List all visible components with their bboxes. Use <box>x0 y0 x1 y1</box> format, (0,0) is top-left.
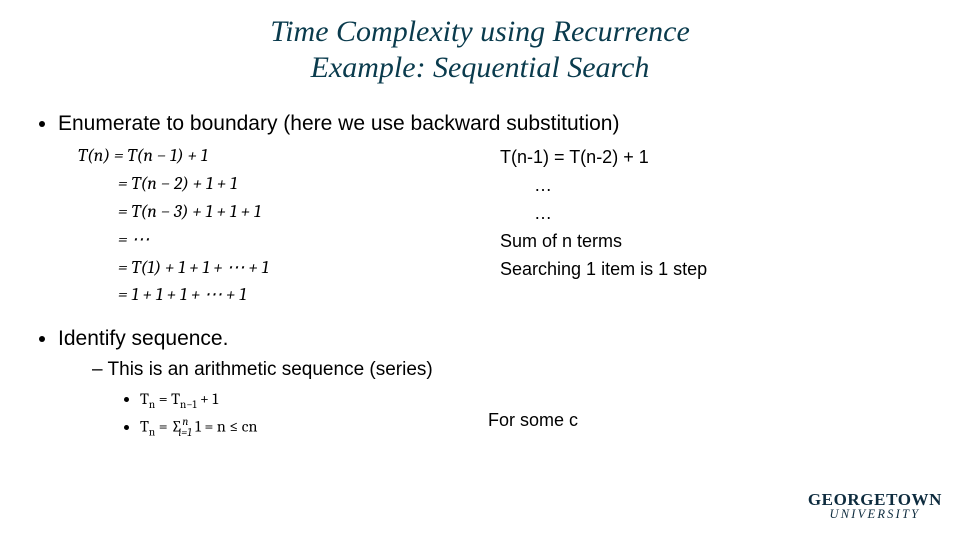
bullet-identify-text: Identify sequence. <box>58 327 228 350</box>
georgetown-logo: GEORGETOWN UNIVERSITY <box>808 490 942 522</box>
seq-f1-T: T <box>140 390 149 408</box>
for-some-c: For some c <box>488 410 578 431</box>
slide-body: Enumerate to boundary (here we use backw… <box>0 86 960 442</box>
bullet-enumerate-text: Enumerate to boundary (here we use backw… <box>58 112 619 135</box>
right-line-2: … <box>500 172 707 200</box>
title-line-1: Time Complexity using Recurrence <box>270 15 690 48</box>
bullet-enumerate: Enumerate to boundary (here we use backw… <box>58 112 924 309</box>
sub-bullet-arithmetic-text: This is an arithmetic sequence (series) <box>108 359 433 380</box>
title-line-2: Example: Sequential Search <box>311 51 650 84</box>
seq-f2-eq: = <box>155 418 171 436</box>
seq-f1-sub2: n−1 <box>180 399 197 412</box>
seq-f2-lower: i=1 <box>178 426 191 439</box>
right-line-4: Sum of n terms <box>500 228 707 256</box>
right-line-5: Searching 1 item is 1 step <box>500 256 707 284</box>
seq-f2-body: 1 = n ≤ cn <box>192 418 258 436</box>
seq-f1-post: + 1 <box>197 390 219 408</box>
right-line-3: … <box>500 200 707 228</box>
right-annotations: T(n-1) = T(n-2) + 1 … … Sum of n terms S… <box>500 144 707 283</box>
slide-title: Time Complexity using Recurrence Example… <box>0 14 960 86</box>
seq-f2-T: T <box>140 418 149 436</box>
seq-f1-eq: = T <box>155 390 180 408</box>
right-line-1: T(n-1) = T(n-2) + 1 <box>500 144 707 172</box>
eq-line-6: = 1 + 1 + 1 + ⋯ + 1 <box>78 281 924 309</box>
